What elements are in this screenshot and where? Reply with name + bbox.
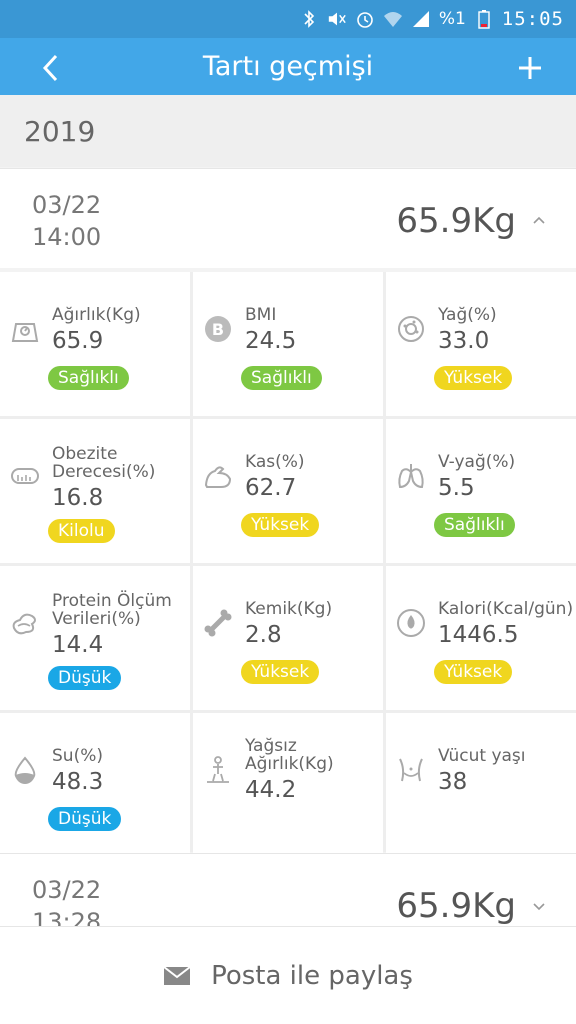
status-badge: Yüksek (241, 660, 320, 684)
metric-value: 16.8 (52, 485, 104, 511)
metric-value: 33.0 (438, 328, 490, 354)
metric-bone: Kemik(Kg) 2.8 Yüksek (193, 566, 383, 710)
signal-icon (411, 9, 431, 29)
plus-icon (519, 57, 541, 79)
metric-label: V-yağ(%) (438, 452, 516, 472)
status-badge: Kilolu (48, 519, 115, 543)
metric-visceral-fat: V-yağ(%) 5.5 Sağlıklı (386, 419, 576, 563)
metric-lean-mass: Yağsız Ağırlık(Kg) 44.2 (193, 713, 383, 857)
metric-label: Ağırlık(Kg) (52, 305, 141, 325)
metric-body-age: Vücut yaşı 38 (386, 713, 576, 857)
metrics-grid: Ağırlık(Kg) 65.9 Sağlıklı B BMI 24.5 Sağ… (0, 272, 576, 857)
metric-weight: Ağırlık(Kg) 65.9 Sağlıklı (0, 272, 190, 416)
metric-bmi: B BMI 24.5 Sağlıklı (193, 272, 383, 416)
mail-icon (163, 965, 191, 985)
record-row-expanded[interactable]: 03/22 14:00 65.9Kg (0, 168, 576, 268)
share-label: Posta ile paylaş (211, 960, 413, 991)
share-by-mail-button[interactable]: Posta ile paylaş (0, 926, 576, 1024)
muscle-icon (204, 466, 232, 488)
metric-label-line1: Protein Ölçüm (52, 591, 172, 611)
metric-label: Kalori(Kcal/gün) (438, 599, 574, 619)
battery-icon (474, 9, 494, 29)
status-badge: Düşük (48, 666, 122, 690)
protein-icon (12, 613, 36, 635)
metric-value: 44.2 (245, 777, 297, 803)
metric-water: Su(%) 48.3 Düşük (0, 713, 190, 857)
status-badge: Sağlıklı (434, 513, 515, 537)
bone-icon (204, 609, 232, 637)
status-badge: Düşük (48, 807, 122, 831)
metric-label: Kemik(Kg) (245, 599, 333, 619)
status-badge: Sağlıklı (241, 366, 322, 390)
calorie-icon (397, 609, 425, 637)
back-button[interactable] (30, 48, 70, 88)
metric-obesity: Obezite Derecesi(%) 16.8 Kilolu (0, 419, 190, 563)
record-date: 03/22 (32, 191, 102, 219)
metric-label: Su(%) (52, 746, 103, 766)
bmi-icon: B (205, 316, 231, 342)
page-title: Tartı geçmişi (202, 51, 374, 82)
metric-value: 14.4 (52, 632, 104, 658)
water-drop-icon (14, 756, 36, 785)
chevron-up-icon (533, 216, 545, 224)
fat-icon (398, 316, 424, 342)
metric-label-line2: Derecesi(%) (52, 462, 156, 482)
status-bar: %1 15:05 (0, 0, 576, 38)
alarm-icon (355, 9, 375, 29)
obesity-icon (11, 468, 39, 484)
metric-value: 38 (438, 769, 468, 795)
scale-icon (11, 323, 39, 342)
bluetooth-icon (299, 9, 319, 29)
year-header: 2019 (0, 95, 576, 167)
status-badge: Yüksek (434, 366, 513, 390)
svg-text:B: B (212, 320, 224, 339)
record-weight: 65.9Kg (396, 201, 516, 241)
metric-label: Kas(%) (245, 452, 305, 472)
battery-percent: %1 (438, 9, 466, 29)
body-age-icon (399, 758, 423, 782)
status-badge: Yüksek (434, 660, 513, 684)
clock: 15:05 (501, 8, 564, 30)
metric-label: Vücut yaşı (438, 746, 526, 766)
metric-label: Yağ(%) (438, 305, 497, 325)
metric-value: 24.5 (245, 328, 297, 354)
metric-value: 2.8 (245, 622, 282, 648)
status-badge: Sağlıklı (48, 366, 129, 390)
metric-protein: Protein Ölçüm Verileri(%) 14.4 Düşük (0, 566, 190, 710)
metric-label-line2: Ağırlık(Kg) (245, 754, 334, 774)
app-bar: Tartı geçmişi (0, 38, 576, 95)
lean-body-icon (207, 756, 229, 783)
record-weight: 65.9Kg (396, 886, 516, 926)
metric-value: 62.7 (245, 475, 297, 501)
lungs-icon (398, 464, 424, 489)
mute-icon (327, 9, 347, 29)
wifi-icon (383, 9, 403, 29)
back-arrow-icon (42, 54, 58, 82)
metric-label-line1: Obezite (52, 444, 118, 464)
metric-value: 48.3 (52, 769, 104, 795)
metric-label-line2: Verileri(%) (52, 609, 141, 629)
metric-muscle: Kas(%) 62.7 Yüksek (193, 419, 383, 563)
record-time: 14:00 (32, 223, 102, 251)
metric-value: 5.5 (438, 475, 475, 501)
metric-label-line1: Yağsız (245, 736, 297, 756)
chevron-down-icon (533, 903, 545, 911)
metric-calorie: Kalori(Kcal/gün) 1446.5 Yüksek (386, 566, 576, 710)
record-date: 03/22 (32, 876, 102, 904)
metric-value: 65.9 (52, 328, 104, 354)
metric-label: BMI (245, 305, 277, 325)
record-datetime: 03/22 14:00 (32, 189, 101, 253)
status-badge: Yüksek (241, 513, 320, 537)
metric-fat: Yağ(%) 33.0 Yüksek (386, 272, 576, 416)
add-button[interactable] (510, 48, 550, 88)
metric-value: 1446.5 (438, 622, 519, 648)
